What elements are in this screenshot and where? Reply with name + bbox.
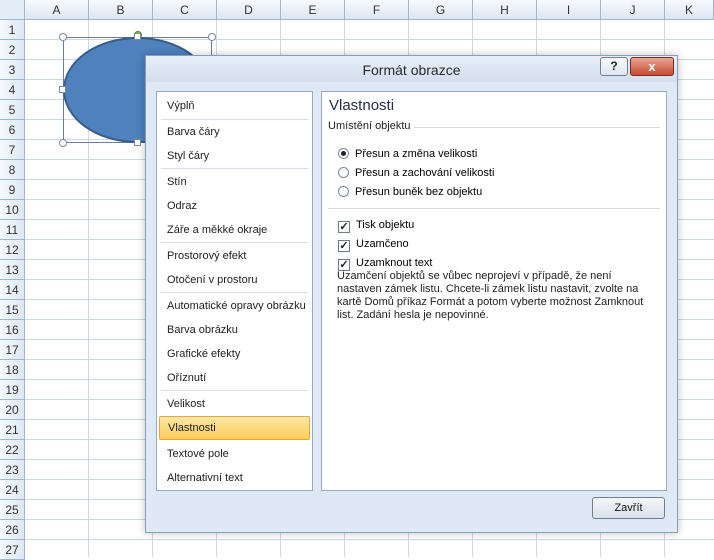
- row-header[interactable]: 5: [0, 100, 25, 120]
- row-header[interactable]: 1: [0, 20, 25, 40]
- row-header[interactable]: 7: [0, 140, 25, 160]
- row-header[interactable]: 22: [0, 440, 25, 460]
- checkbox-label: Tisk objektu: [356, 219, 415, 231]
- row-header[interactable]: 13: [0, 260, 25, 280]
- properties-panel: Vlastnosti Umístění objektu Přesun a změ…: [321, 91, 667, 491]
- column-header[interactable]: H: [473, 0, 537, 20]
- lock-description: Uzamčení objektů se vůbec neprojeví v př…: [337, 270, 644, 321]
- nav-item-oriznuti[interactable]: Oříznutí: [159, 366, 310, 390]
- row-header[interactable]: 20: [0, 400, 25, 420]
- checkbox[interactable]: ✓: [338, 240, 350, 252]
- resize-handle-bottom-left[interactable]: [59, 139, 67, 147]
- column-header[interactable]: K: [665, 0, 714, 20]
- panel-title: Vlastnosti: [329, 97, 395, 114]
- resize-handle-top-right[interactable]: [208, 33, 216, 41]
- nav-item-textove-pole[interactable]: Textové pole: [159, 442, 310, 466]
- radio-button[interactable]: [338, 186, 349, 197]
- checkbox[interactable]: ✓: [338, 221, 350, 233]
- row-header[interactable]: 27: [0, 540, 25, 560]
- nav-item-barva-cary[interactable]: Barva čáry: [159, 120, 310, 144]
- section-divider: [414, 127, 660, 128]
- column-header[interactable]: G: [409, 0, 473, 20]
- radio-button[interactable]: [338, 167, 349, 178]
- close-window-button[interactable]: x: [630, 57, 674, 76]
- format-shape-dialog: Formát obrazce ? x Výplň Barva čáry Styl…: [145, 55, 678, 533]
- resize-handle-bottom[interactable]: [134, 139, 141, 146]
- checkbox-label: Uzamčeno: [356, 238, 409, 250]
- nav-item-vypln[interactable]: Výplň: [159, 94, 310, 118]
- row-header[interactable]: 3: [0, 60, 25, 80]
- column-header[interactable]: D: [217, 0, 281, 20]
- column-header[interactable]: A: [25, 0, 89, 20]
- checkbox-print-object[interactable]: ✓ Tisk objektu: [338, 217, 414, 233]
- row-header[interactable]: 25: [0, 500, 25, 520]
- resize-handle-top-left[interactable]: [59, 33, 67, 41]
- row-header[interactable]: 12: [0, 240, 25, 260]
- row-header[interactable]: 8: [0, 160, 25, 180]
- resize-handle-left[interactable]: [59, 86, 66, 93]
- nav-divider: [161, 292, 308, 293]
- row-header[interactable]: 2: [0, 40, 25, 60]
- section-divider: [328, 208, 660, 209]
- row-header[interactable]: 19: [0, 380, 25, 400]
- radio-no-move[interactable]: Přesun buněk bez objektu: [338, 184, 482, 200]
- nav-item-vlastnosti[interactable]: Vlastnosti: [159, 416, 310, 440]
- column-header[interactable]: E: [281, 0, 345, 20]
- nav-item-styl-cary[interactable]: Styl čáry: [159, 144, 310, 168]
- row-header[interactable]: 11: [0, 220, 25, 240]
- radio-button[interactable]: [338, 148, 349, 159]
- radio-label: Přesun buněk bez objektu: [355, 186, 483, 198]
- nav-item-barva-obrazku[interactable]: Barva obrázku: [159, 318, 310, 342]
- row-header[interactable]: 6: [0, 120, 25, 140]
- nav-divider: [161, 168, 308, 169]
- column-header[interactable]: F: [345, 0, 409, 20]
- radio-label: Přesun a zachování velikosti: [355, 167, 495, 179]
- row-header[interactable]: 14: [0, 280, 25, 300]
- row-header[interactable]: 16: [0, 320, 25, 340]
- row-header[interactable]: 24: [0, 480, 25, 500]
- row-header[interactable]: 15: [0, 300, 25, 320]
- row-header[interactable]: 26: [0, 520, 25, 540]
- row-header[interactable]: 23: [0, 460, 25, 480]
- checkbox-lock-text[interactable]: ✓ Uzamknout text: [338, 255, 432, 271]
- row-header[interactable]: 21: [0, 420, 25, 440]
- nav-divider: [161, 242, 308, 243]
- row-header[interactable]: 17: [0, 340, 25, 360]
- nav-item-automaticke-opravy[interactable]: Automatické opravy obrázku: [159, 294, 310, 318]
- nav-item-odraz[interactable]: Odraz: [159, 194, 310, 218]
- radio-move-and-size[interactable]: Přesun a změna velikosti: [338, 146, 477, 162]
- radio-label: Přesun a změna velikosti: [355, 148, 478, 160]
- column-header[interactable]: J: [601, 0, 665, 20]
- close-button[interactable]: Zavřít: [592, 497, 665, 519]
- nav-item-zare[interactable]: Záře a měkké okraje: [159, 218, 310, 242]
- nav-item-otoceni[interactable]: Otočení v prostoru: [159, 268, 310, 292]
- resize-handle-top[interactable]: [134, 33, 141, 40]
- dialog-title[interactable]: Formát obrazce: [146, 56, 677, 82]
- nav-item-velikost[interactable]: Velikost: [159, 392, 310, 416]
- column-header[interactable]: B: [89, 0, 153, 20]
- nav-item-alternativni-text[interactable]: Alternativní text: [159, 466, 310, 490]
- nav-item-graficke-efekty[interactable]: Grafické efekty: [159, 342, 310, 366]
- checkbox-label: Uzamknout text: [356, 257, 433, 269]
- row-header[interactable]: 4: [0, 80, 25, 100]
- row-header[interactable]: 9: [0, 180, 25, 200]
- row-header[interactable]: 10: [0, 200, 25, 220]
- help-button[interactable]: ?: [600, 57, 628, 76]
- radio-move-no-size[interactable]: Přesun a zachování velikosti: [338, 165, 494, 181]
- column-header[interactable]: C: [153, 0, 217, 20]
- category-list: Výplň Barva čáry Styl čáry Stín Odraz Zá…: [156, 91, 313, 491]
- column-header[interactable]: I: [537, 0, 601, 20]
- nav-divider: [161, 390, 308, 391]
- checkbox-locked[interactable]: ✓ Uzamčeno: [338, 236, 409, 252]
- select-all-corner[interactable]: [0, 0, 25, 20]
- section-label: Umístění objektu: [328, 120, 411, 132]
- row-header[interactable]: 18: [0, 360, 25, 380]
- nav-item-stin[interactable]: Stín: [159, 170, 310, 194]
- nav-item-prostorovy-efekt[interactable]: Prostorový efekt: [159, 244, 310, 268]
